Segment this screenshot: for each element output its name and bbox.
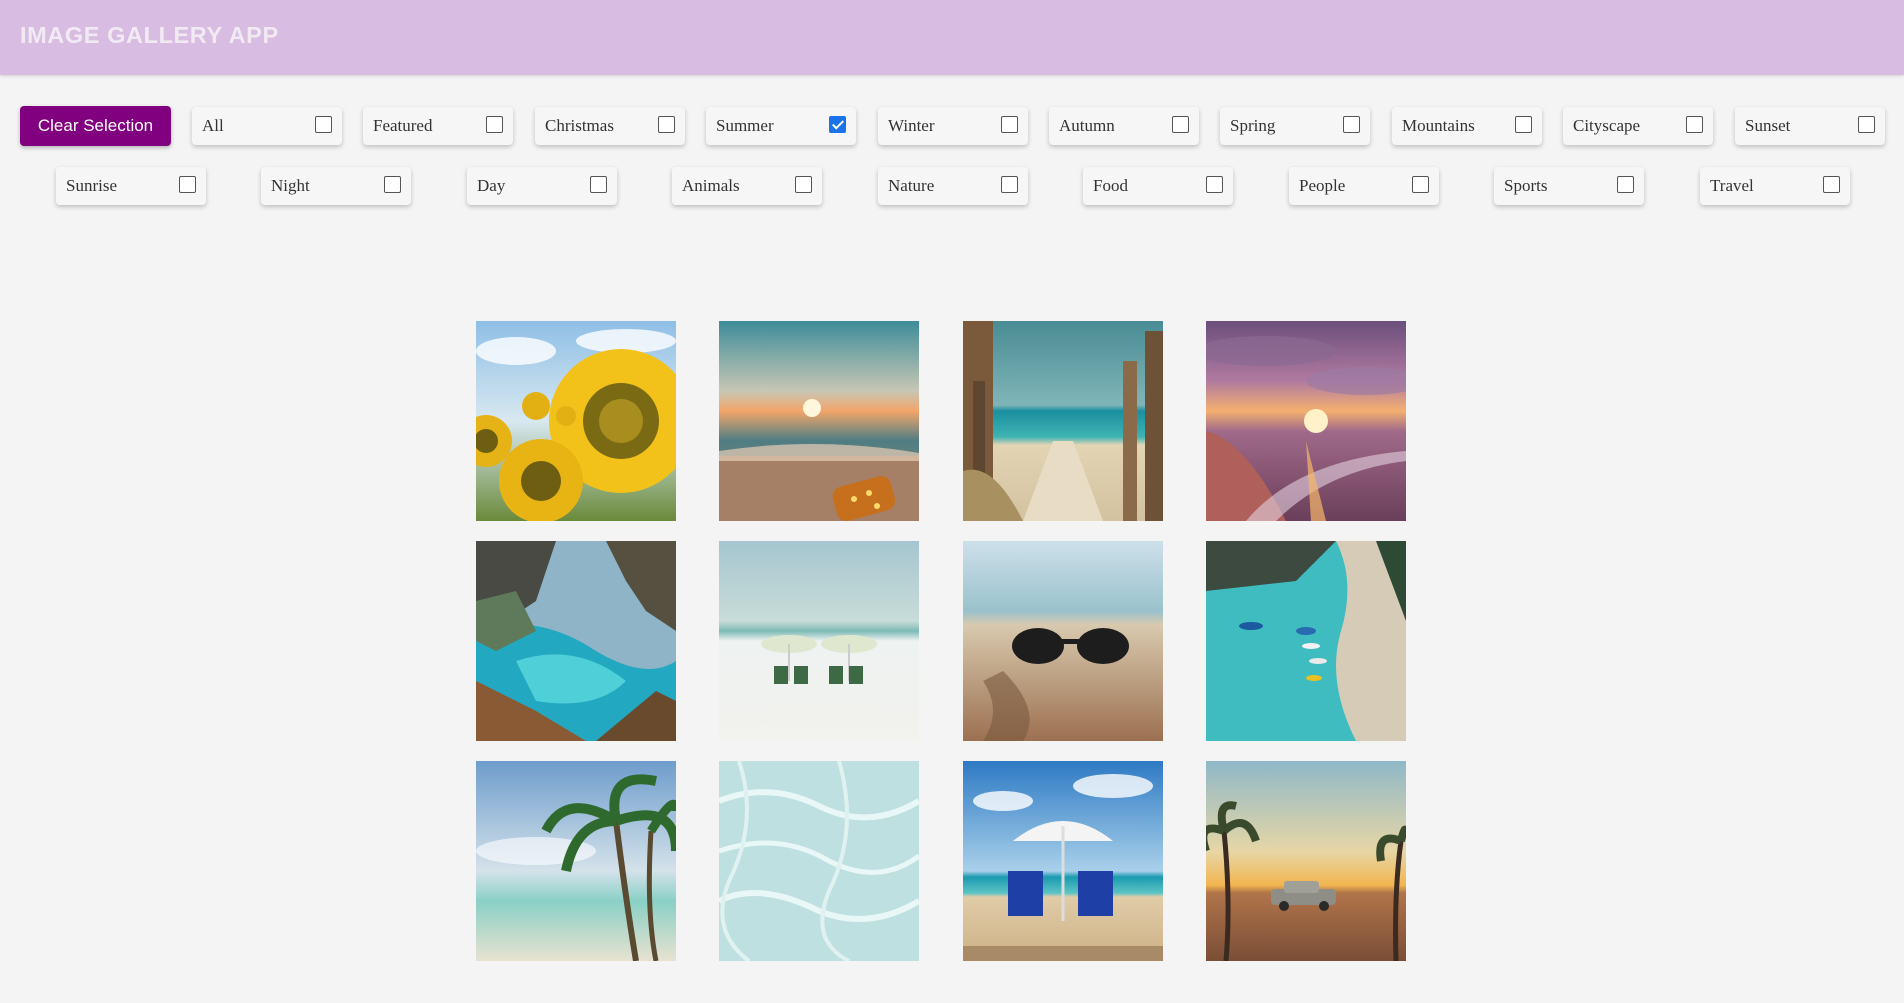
filter-checkbox[interactable]: [1686, 116, 1703, 133]
filter-label: Winter: [888, 116, 935, 135]
gallery-image-beach-sunset-jar[interactable]: [719, 321, 919, 521]
filter-label: Summer: [716, 116, 774, 135]
filter-label: Spring: [1230, 116, 1276, 135]
filter-day[interactable]: Day: [467, 167, 617, 205]
filter-label: Sports: [1504, 176, 1548, 195]
filter-label: Cityscape: [1573, 116, 1641, 135]
gallery-image-umbrella-chairs-beach[interactable]: [963, 761, 1163, 961]
filter-spring[interactable]: Spring: [1220, 107, 1370, 145]
gallery-image-clear-water[interactable]: [719, 761, 919, 961]
filter-checkbox[interactable]: [1412, 176, 1429, 193]
filter-label: All: [202, 116, 224, 135]
filter-food[interactable]: Food: [1083, 167, 1233, 205]
filter-night[interactable]: Night: [261, 167, 411, 205]
filter-label: Sunset: [1745, 116, 1791, 135]
filter-label: Travel: [1710, 176, 1754, 195]
filter-checkbox[interactable]: [486, 116, 503, 133]
filter-sunrise[interactable]: Sunrise: [56, 167, 206, 205]
filter-christmas[interactable]: Christmas: [535, 107, 685, 145]
gallery-image-sunglasses-sand[interactable]: [963, 541, 1163, 741]
filter-checkbox[interactable]: [590, 176, 607, 193]
filter-checkbox[interactable]: [1172, 116, 1189, 133]
gallery-image-coastal-cove[interactable]: [476, 541, 676, 741]
gallery-image-beach-boardwalk[interactable]: [963, 321, 1163, 521]
filter-checkbox[interactable]: [795, 176, 812, 193]
filter-animals[interactable]: Animals: [672, 167, 822, 205]
filter-checkbox[interactable]: [658, 116, 675, 133]
filter-sports[interactable]: Sports: [1494, 167, 1644, 205]
filter-checkbox[interactable]: [179, 176, 196, 193]
filter-label: Mountains: [1402, 116, 1475, 135]
filter-label: Animals: [682, 176, 740, 195]
filter-label: Day: [477, 176, 506, 195]
filter-winter[interactable]: Winter: [878, 107, 1028, 145]
filter-checkbox[interactable]: [1206, 176, 1223, 193]
app-header: IMAGE GALLERY APP: [0, 0, 1904, 75]
filter-all[interactable]: All: [192, 107, 342, 145]
filter-label: Night: [271, 176, 310, 195]
filter-checkbox[interactable]: [384, 176, 401, 193]
filter-autumn[interactable]: Autumn: [1049, 107, 1199, 145]
gallery-image-sunflowers[interactable]: [476, 321, 676, 521]
filter-checkbox[interactable]: [1617, 176, 1634, 193]
gallery-image-aerial-beach-boats[interactable]: [1206, 541, 1406, 741]
filter-checkbox[interactable]: [315, 116, 332, 133]
filter-label: Nature: [888, 176, 935, 195]
filter-label: Food: [1093, 176, 1128, 195]
filter-label: Featured: [373, 116, 433, 135]
filter-checkbox[interactable]: [1343, 116, 1360, 133]
filter-label: Sunrise: [66, 176, 117, 195]
clear-selection-button[interactable]: Clear Selection: [20, 106, 171, 146]
filter-checkbox[interactable]: [1823, 176, 1840, 193]
filter-checkbox[interactable]: [1001, 176, 1018, 193]
gallery-image-purple-sunset-beach[interactable]: [1206, 321, 1406, 521]
filter-checkbox[interactable]: [1515, 116, 1532, 133]
filter-sunset[interactable]: Sunset: [1735, 107, 1885, 145]
filter-checkbox[interactable]: [829, 116, 846, 133]
filter-label: Christmas: [545, 116, 614, 135]
filter-mountains[interactable]: Mountains: [1392, 107, 1542, 145]
filter-travel[interactable]: Travel: [1700, 167, 1850, 205]
gallery-image-car-desert-sunset[interactable]: [1206, 761, 1406, 961]
filter-label: People: [1299, 176, 1346, 195]
filter-cityscape[interactable]: Cityscape: [1563, 107, 1713, 145]
filter-checkbox[interactable]: [1001, 116, 1018, 133]
filter-summer[interactable]: Summer: [706, 107, 856, 145]
gallery-image-beach-umbrellas[interactable]: [719, 541, 919, 741]
filter-people[interactable]: People: [1289, 167, 1439, 205]
app-title: IMAGE GALLERY APP: [20, 22, 279, 48]
filter-featured[interactable]: Featured: [363, 107, 513, 145]
filter-checkbox[interactable]: [1858, 116, 1875, 133]
filter-nature[interactable]: Nature: [878, 167, 1028, 205]
filter-label: Autumn: [1059, 116, 1115, 135]
gallery-image-palm-trees-beach[interactable]: [476, 761, 676, 961]
